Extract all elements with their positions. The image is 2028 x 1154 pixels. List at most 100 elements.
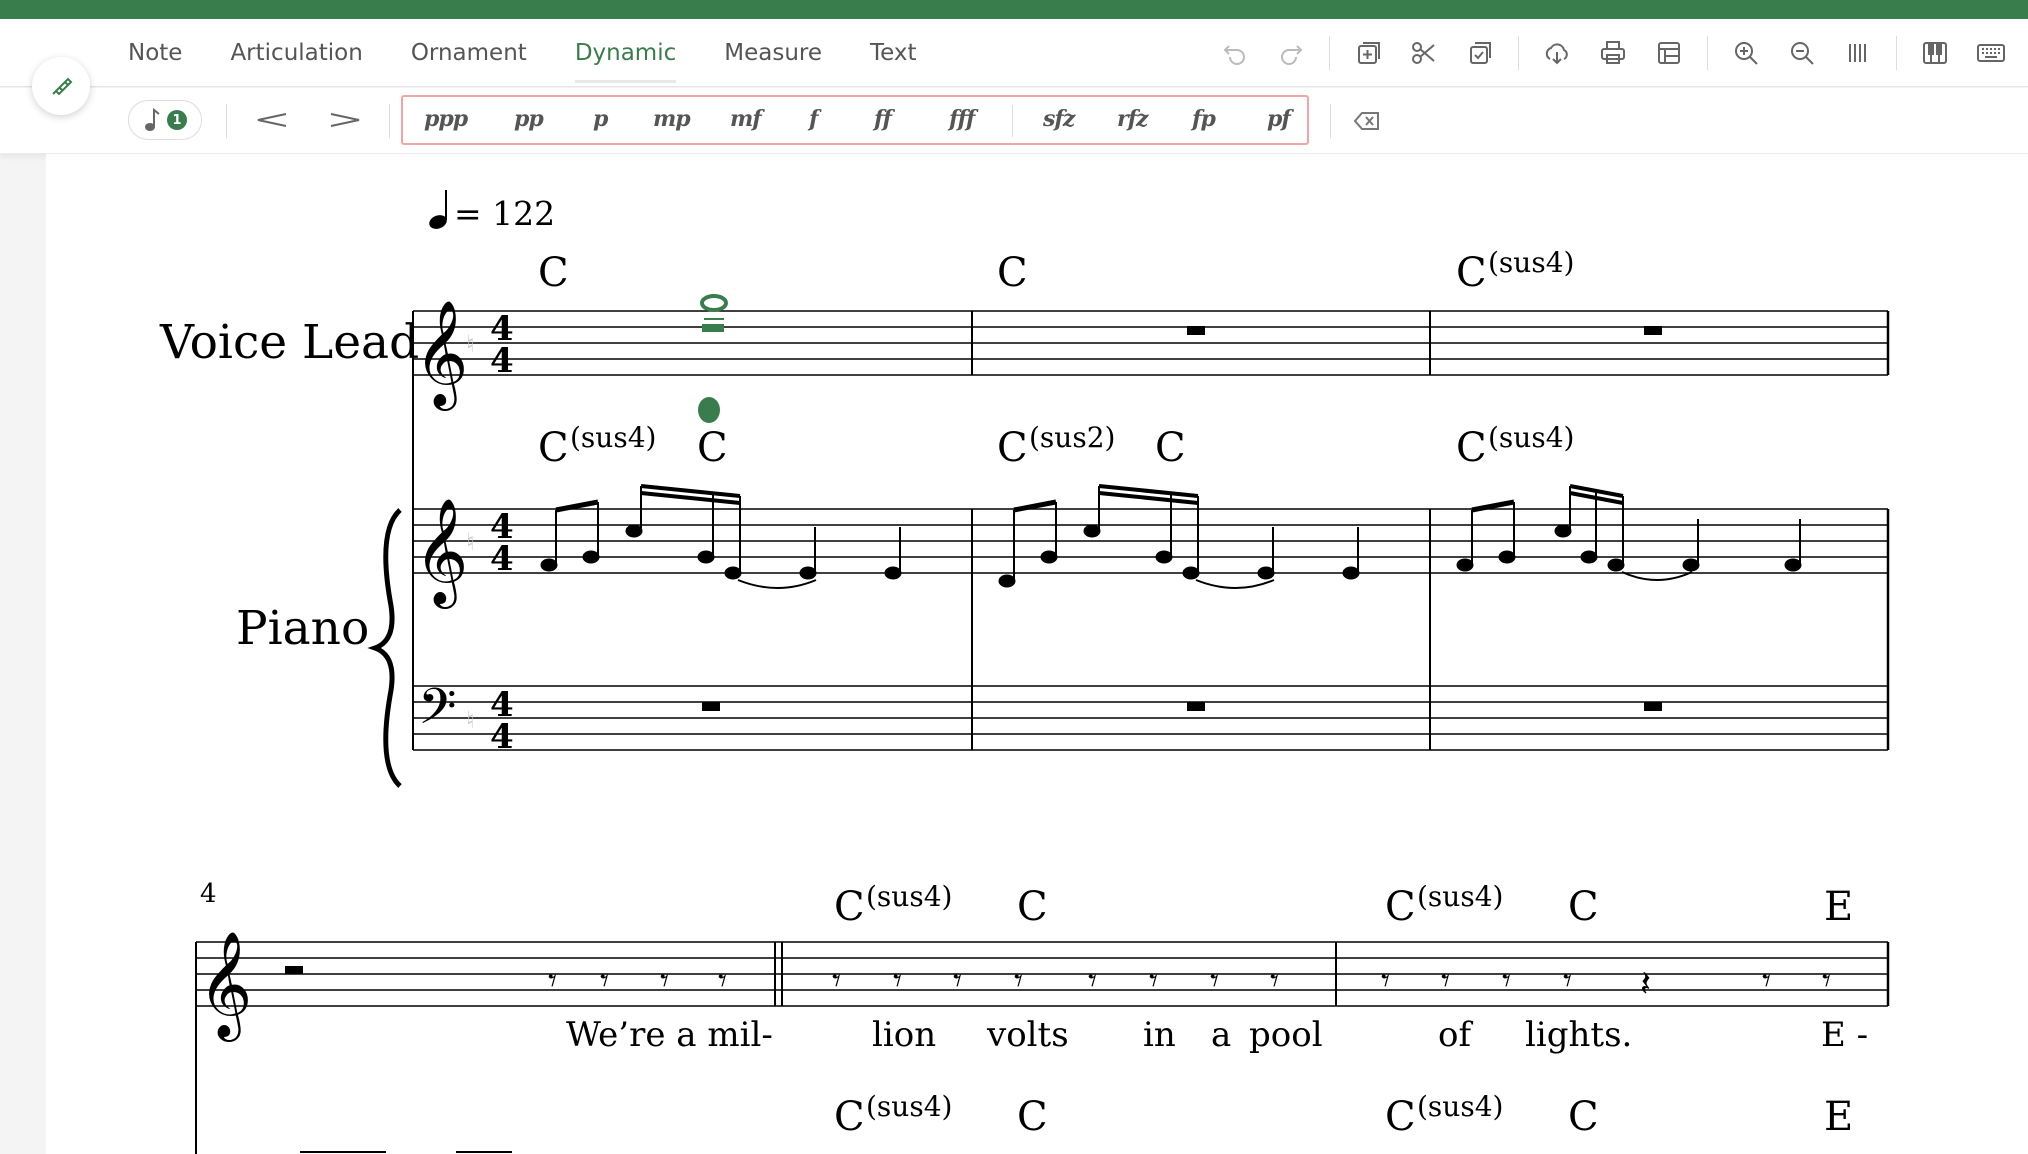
backspace-icon [1353, 112, 1379, 130]
whole-rest [702, 702, 720, 711]
print-icon[interactable] [1594, 34, 1632, 72]
svg-text:𝄾: 𝄾 [1381, 961, 1390, 1001]
dynamic-mp[interactable]: mp [653, 106, 691, 132]
clear-dynamic-button[interactable] [1352, 106, 1384, 136]
chord-symbol: C [538, 250, 569, 296]
lyric-syllable: volts [986, 1015, 1069, 1055]
pen-mode-button[interactable] [32, 57, 90, 115]
dynamic-ppp[interactable]: ppp [424, 106, 468, 132]
tab-articulation[interactable]: Articulation [230, 19, 362, 87]
chord-symbol: C [1385, 884, 1416, 930]
decrescendo-button[interactable] [325, 102, 365, 138]
chord-symbol: C [834, 884, 865, 930]
add-measure-icon[interactable] [1349, 34, 1387, 72]
dynamic-pp[interactable]: pp [514, 106, 544, 132]
score-canvas[interactable]: = 122 C C C (sus4) Voice Lead Piano 𝄞 4 … [46, 154, 2028, 1154]
dynamics-divider [1012, 105, 1013, 137]
cut-icon[interactable] [1405, 34, 1443, 72]
layout-icon[interactable] [1650, 34, 1688, 72]
category-tabs: Note Articulation Ornament Dynamic Measu… [128, 19, 965, 87]
natural-sign: ♮ [466, 330, 475, 358]
lyric-syllable: of [1438, 1015, 1473, 1055]
chord-symbol: C [1385, 1094, 1416, 1140]
dynamic-sfz[interactable]: sfz [1043, 106, 1075, 132]
chord-suffix: (sus4) [866, 880, 952, 913]
lyric-syllable: a [1211, 1015, 1231, 1055]
dynamic-pf[interactable]: pf [1267, 106, 1291, 132]
piano-notes-m3 [1456, 484, 1802, 581]
undo-icon[interactable] [1216, 34, 1254, 72]
dynamic-f[interactable]: f [809, 106, 819, 132]
whole-rest [1644, 702, 1662, 711]
svg-text:𝄾: 𝄾 [1502, 961, 1511, 1001]
chord-symbol: C [1155, 425, 1186, 471]
svg-text:𝄾: 𝄾 [1762, 961, 1771, 1001]
redo-icon[interactable] [1272, 34, 1310, 72]
chord-symbol: C [538, 425, 569, 471]
dynamics-palette: ppp pp p mp mf f ff fff sfz rfz fp pf [401, 95, 1309, 145]
chord-symbol: C [1568, 884, 1599, 930]
chord-symbol: C [1456, 425, 1487, 471]
natural-sign: ♮ [466, 528, 475, 556]
toolbar-divider [1707, 36, 1708, 70]
dynamic-ff[interactable]: ff [874, 106, 892, 132]
lyrics: We’re a mil- lion volts in a pool of lig… [566, 1015, 1868, 1055]
tab-note[interactable]: Note [128, 19, 182, 87]
tab-ornament[interactable]: Ornament [411, 19, 527, 87]
lyric-syllable: in [1143, 1015, 1176, 1055]
dynamic-mf[interactable]: mf [730, 106, 762, 132]
svg-text:𝄾: 𝄾 [1149, 961, 1158, 1001]
download-icon[interactable] [1538, 34, 1576, 72]
svg-text:𝄾: 𝄾 [1822, 961, 1831, 1001]
time-signature: 4 [490, 539, 514, 579]
chord-symbol: E [1824, 1094, 1853, 1140]
whole-rest [1644, 326, 1662, 335]
chord-symbol: C [1456, 250, 1487, 296]
zoom-in-icon[interactable] [1727, 34, 1765, 72]
svg-text:𝄾: 𝄾 [600, 961, 609, 1001]
paste-icon[interactable] [1461, 34, 1499, 72]
crescendo-button[interactable] [252, 102, 292, 138]
cursor-drop-marker[interactable] [698, 397, 720, 423]
chord-suffix: (sus4) [1417, 1090, 1503, 1123]
dynamic-p[interactable]: p [593, 106, 608, 132]
dynamic-rfz[interactable]: rfz [1117, 106, 1149, 132]
instrument-name-piano: Piano [236, 601, 369, 656]
dynamic-fp[interactable]: fp [1192, 106, 1216, 132]
whole-rest [1187, 326, 1205, 335]
keyboard-icon[interactable] [1972, 34, 2010, 72]
natural-sign: ♮ [466, 706, 475, 734]
treble-clef: 𝄞 [198, 930, 252, 1042]
toolbar-divider [1329, 36, 1330, 70]
selected-note[interactable] [700, 294, 728, 332]
tab-text[interactable]: Text [870, 19, 917, 87]
svg-text:𝄾: 𝄾 [548, 961, 557, 1001]
dynamic-fff[interactable]: fff [949, 106, 975, 132]
bars-icon[interactable] [1839, 34, 1877, 72]
lyric-syllable: lights. [1525, 1015, 1632, 1055]
svg-text:𝄾: 𝄾 [1210, 961, 1219, 1001]
chord-suffix: (sus4) [1488, 246, 1574, 279]
chord-symbol: C [1017, 884, 1048, 930]
divider [226, 104, 227, 138]
time-signature: 4 [490, 717, 514, 757]
chord-symbol: C [1017, 1094, 1048, 1140]
divider [1330, 104, 1331, 138]
chord-symbol: C [834, 1094, 865, 1140]
time-signature: 4 [490, 341, 514, 381]
top-accent-bar [0, 0, 2028, 19]
tab-dynamic[interactable]: Dynamic [574, 19, 677, 87]
lyric-syllable: lion [872, 1015, 936, 1055]
voice-selector[interactable]: 1 [128, 100, 202, 140]
treble-clef: 𝄞 [414, 497, 468, 609]
pen-icon [52, 77, 73, 96]
svg-text:𝄾: 𝄾 [1270, 961, 1279, 1001]
eighth-rests: 𝄾 𝄾 𝄾 𝄾 𝄾 𝄾 𝄾 𝄾 𝄾 𝄾 𝄾 𝄾 𝄾 𝄾 𝄾 𝄾 𝄾 𝄾 [548, 961, 1831, 1001]
tab-measure[interactable]: Measure [724, 19, 822, 87]
svg-text:𝄾: 𝄾 [953, 961, 962, 1001]
decrescendo-icon [330, 113, 360, 127]
chord-suffix: (sus4) [1417, 880, 1503, 913]
chord-symbol: C [697, 425, 728, 471]
zoom-out-icon[interactable] [1783, 34, 1821, 72]
piano-icon[interactable] [1916, 34, 1954, 72]
